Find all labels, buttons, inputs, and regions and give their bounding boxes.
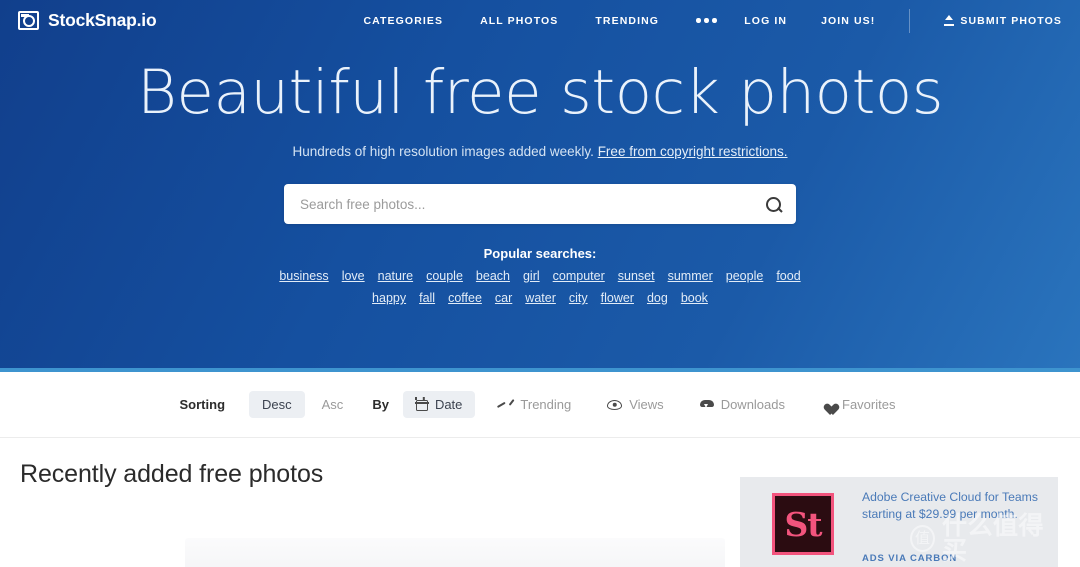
tag-fall[interactable]: fall [419,291,435,305]
tag-people[interactable]: people [726,269,764,283]
sort-order-desc[interactable]: Desc [249,391,305,418]
tag-love[interactable]: love [342,269,365,283]
hero-subtitle-text: Hundreds of high resolution images added… [292,144,598,160]
tag-food[interactable]: food [776,269,800,283]
secondary-nav: LOG IN JOIN US! SUBMIT PHOTOS [744,8,1062,33]
hero-subtitle: Hundreds of high resolution images added… [0,144,1080,159]
sort-by-date-label: Date [434,397,463,412]
tag-coffee[interactable]: coffee [448,291,482,305]
heart-icon [821,399,835,411]
download-cloud-icon [699,399,714,410]
main-content: Recently added free photos St Adobe Crea… [0,438,1080,567]
calendar-icon [415,397,429,411]
popular-search-tags: business love nature couple beach girl c… [260,269,820,305]
tag-business[interactable]: business [279,269,328,283]
page-title: Beautiful free stock photos [136,57,944,128]
sort-by-downloads[interactable]: Downloads [687,391,798,418]
nav-item-log-in[interactable]: LOG IN [744,15,787,27]
ellipsis-icon[interactable] [696,18,717,23]
tag-couple[interactable]: couple [426,269,463,283]
tag-dog[interactable]: dog [647,291,668,305]
ad-copy[interactable]: Adobe Creative Cloud for Teams starting … [862,489,1052,524]
sorting-toolbar: Sorting Desc Asc By Date Trending Views … [0,372,1080,438]
adobe-stock-logo-text: St [784,504,822,544]
sort-by-trending[interactable]: Trending [485,391,584,418]
watermark-mark: 值 [910,524,935,552]
sort-by-views-label: Views [629,397,664,412]
ads-via-carbon-link[interactable]: ADS VIA CARBON [862,553,957,564]
camera-icon [18,11,39,30]
adobe-stock-logo-icon: St [772,493,834,555]
tag-computer[interactable]: computer [553,269,605,283]
popular-searches-label: Popular searches: [483,246,597,262]
sort-by-label: By [372,397,389,412]
tag-girl[interactable]: girl [523,269,540,283]
tag-summer[interactable]: summer [668,269,713,283]
eye-icon [607,399,623,410]
nav-item-all-photos[interactable]: ALL PHOTOS [480,15,558,27]
hero-content: Beautiful free stock photos Hundreds of … [0,41,1080,305]
sort-by-trending-label: Trending [520,397,572,412]
sort-by-favorites-label: Favorites [842,397,896,412]
tag-water[interactable]: water [525,291,556,305]
submit-photos-button[interactable]: SUBMIT PHOTOS [944,15,1062,27]
submit-photos-label: SUBMIT PHOTOS [960,14,1062,27]
tag-city[interactable]: city [569,291,588,305]
tag-car[interactable]: car [495,291,512,305]
sort-by-downloads-label: Downloads [720,397,786,412]
sorting-label: Sorting [179,397,226,412]
nav-item-categories[interactable]: CATEGORIES [363,15,443,27]
sort-order-asc[interactable]: Asc [309,391,357,418]
tag-book[interactable]: book [681,291,708,305]
tag-flower[interactable]: flower [601,291,634,305]
section-title: Recently added free photos [20,460,324,488]
top-navbar: StockSnap.io CATEGORIES ALL PHOTOS TREND… [0,0,1080,41]
nav-divider [909,8,911,33]
brand-name: StockSnap.io [48,10,157,30]
search-bar [284,184,796,225]
sort-by-date[interactable]: Date [402,391,476,418]
sort-by-favorites[interactable]: Favorites [808,391,908,418]
advertisement-panel[interactable]: St Adobe Creative Cloud for Teams starti… [740,477,1058,567]
brand-logo[interactable]: StockSnap.io [18,10,157,31]
hero-section: StockSnap.io CATEGORIES ALL PHOTOS TREND… [0,0,1080,372]
tag-nature[interactable]: nature [378,269,413,283]
upload-icon [944,15,955,26]
photo-grid-placeholder [185,538,725,567]
tag-beach[interactable]: beach [476,269,510,283]
search-button[interactable] [750,184,796,224]
search-input[interactable] [284,196,750,212]
tag-sunset[interactable]: sunset [618,269,655,283]
copyright-link[interactable]: Free from copyright restrictions. [598,144,788,159]
nav-item-join-us[interactable]: JOIN US! [821,15,875,27]
sort-by-views[interactable]: Views [594,391,676,418]
nav-item-trending[interactable]: TRENDING [595,15,659,27]
tag-happy[interactable]: happy [372,291,406,305]
trending-icon [498,399,513,410]
search-icon [765,196,781,212]
